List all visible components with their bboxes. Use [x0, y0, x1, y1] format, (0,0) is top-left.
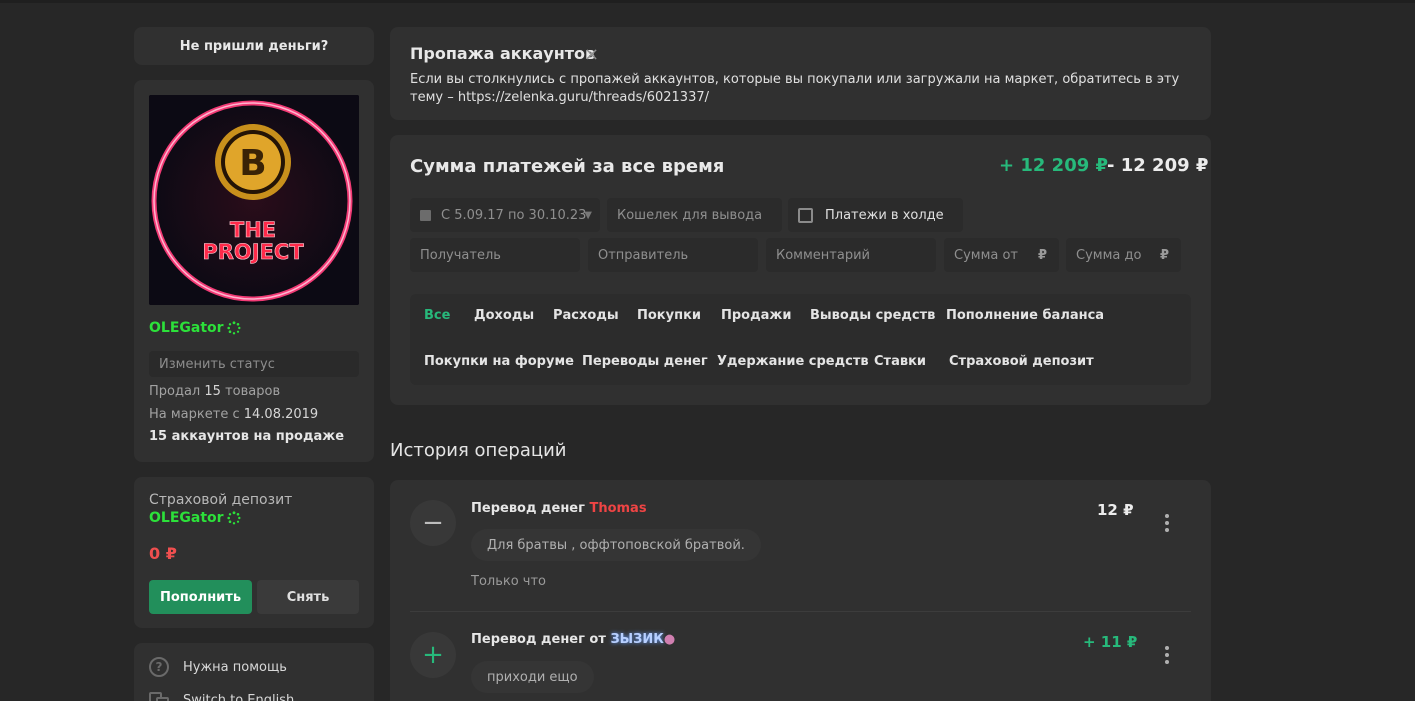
loading-icon — [226, 321, 241, 335]
notice-title: Пропажа аккаунтов — [410, 44, 596, 63]
tab-holds[interactable]: Удержание средств — [717, 354, 869, 369]
plus-icon: + — [410, 632, 456, 678]
avatar-text-line2: PROJECT — [202, 240, 304, 264]
deposit-username-text: OLEGator — [149, 510, 224, 526]
sold-count: Продал 15 товаров — [149, 384, 281, 399]
counterparty-link[interactable]: ЗЫЗИК — [610, 632, 663, 647]
total-income: + 12 209 ₽ — [999, 155, 1109, 176]
close-icon[interactable]: × — [584, 44, 599, 65]
profile-card: B THE PROJECT — [134, 80, 374, 462]
operation-amount: 12 ₽ — [1097, 501, 1134, 519]
ruble-icon: ₽ — [1037, 247, 1047, 263]
hold-payments-checkbox[interactable]: Платежи в холде — [788, 198, 963, 232]
date-range-picker[interactable]: С 5.09.17 по 30.10.23 ▼ — [410, 198, 600, 232]
tab-purchases[interactable]: Покупки — [637, 308, 701, 323]
sum-from-input[interactable]: Сумма от ₽ — [944, 238, 1059, 272]
help-link[interactable]: ? Нужна помощь — [149, 657, 287, 677]
loading-icon — [226, 511, 241, 525]
language-icon — [149, 692, 169, 701]
market-since: На маркете с 14.08.2019 — [149, 407, 319, 422]
tab-bets[interactable]: Ставки — [874, 354, 926, 369]
username-text: OLEGator — [149, 320, 224, 336]
tab-forum-purchases[interactable]: Покупки на форуме — [424, 354, 574, 369]
topup-button[interactable]: Пополнить — [149, 580, 252, 614]
receiver-input[interactable]: Получатель — [410, 238, 580, 272]
help-label: Нужна помощь — [183, 659, 287, 675]
deposit-amount: 0 ₽ — [149, 544, 177, 563]
tab-all[interactable]: Все — [424, 308, 450, 323]
divider — [410, 611, 1191, 612]
switch-language-link[interactable]: Switch to English — [149, 690, 294, 701]
operation-title: Перевод денег Thomas — [471, 501, 647, 516]
sum-from-placeholder: Сумма от — [954, 247, 1019, 263]
tab-withdrawals[interactable]: Выводы средств — [810, 308, 935, 323]
tab-insurance-deposit[interactable]: Страховой депозит — [949, 354, 1094, 369]
username[interactable]: OLEGator — [149, 320, 241, 336]
operation-amount: + 11 ₽ — [1083, 633, 1138, 651]
checkbox-icon — [798, 207, 813, 223]
sender-input[interactable]: Отправитель — [588, 238, 758, 272]
sum-to-input[interactable]: Сумма до ₽ — [1066, 238, 1181, 272]
operation-comment: Для братвы , оффтоповской братвой. — [471, 529, 761, 561]
deposit-username[interactable]: OLEGator — [149, 510, 241, 526]
counterparty-link[interactable]: Thomas — [589, 501, 646, 516]
tab-expenses[interactable]: Расходы — [553, 308, 619, 323]
accounts-on-sale-link[interactable]: 15 аккаунтов на продаже — [149, 429, 344, 444]
svg-text:B: B — [239, 143, 266, 184]
sum-to-placeholder: Сумма до — [1076, 247, 1142, 263]
avatar[interactable]: B THE PROJECT — [149, 95, 359, 305]
tab-income[interactable]: Доходы — [474, 308, 534, 323]
comment-input[interactable]: Комментарий — [766, 238, 936, 272]
deposit-title: Страховой депозит — [149, 492, 293, 508]
more-options-icon[interactable] — [1165, 514, 1169, 532]
wallet-input[interactable]: Кошелек для вывода — [607, 198, 782, 232]
payments-title: Сумма платежей за все время — [410, 156, 725, 177]
calendar-icon — [420, 209, 431, 221]
history-title: История операций — [390, 440, 567, 461]
tab-balance-topup[interactable]: Пополнение баланса — [946, 308, 1104, 323]
no-money-button[interactable]: Не пришли деньги? — [134, 27, 374, 65]
lang-label: Switch to English — [183, 692, 295, 701]
notice-text[interactable]: Если вы столкнулись с пропажей аккаунтов… — [410, 71, 1190, 107]
operation-time: Только что — [471, 574, 547, 589]
withdraw-button[interactable]: Снять — [257, 580, 359, 614]
tab-money-transfers[interactable]: Переводы денег — [582, 354, 708, 369]
more-options-icon[interactable] — [1165, 646, 1169, 664]
chevron-down-icon: ▼ — [584, 209, 592, 221]
top-border — [0, 0, 1415, 3]
tab-sales[interactable]: Продажи — [721, 308, 791, 323]
avatar-image: B THE PROJECT — [149, 95, 359, 305]
operation-title: Перевод денег от ЗЫЗИК● — [471, 632, 676, 647]
status-input[interactable]: Изменить статус — [149, 351, 359, 377]
user-badge-icon: ● — [663, 632, 676, 647]
question-icon: ? — [149, 657, 169, 677]
ruble-icon: ₽ — [1159, 247, 1169, 263]
hold-payments-label: Платежи в холде — [825, 207, 944, 223]
operation-comment: приходи ещо — [471, 661, 594, 693]
minus-icon: − — [410, 500, 456, 546]
date-range-value: С 5.09.17 по 30.10.23 — [441, 207, 587, 223]
avatar-text-line1: THE — [230, 218, 276, 242]
total-expense: - 12 209 ₽ — [1107, 155, 1209, 176]
